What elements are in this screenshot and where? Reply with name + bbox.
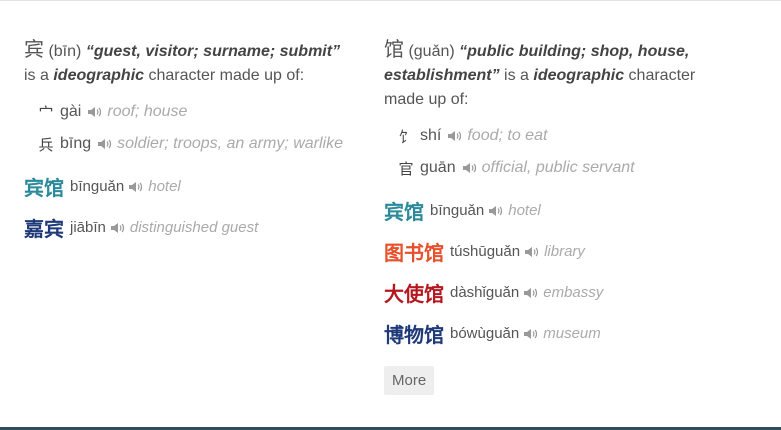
component-definition: official, public servant <box>481 159 635 176</box>
top-divider <box>0 0 781 1</box>
word-row: 嘉宾 jiābīn distinguished guest <box>24 207 364 248</box>
word-pinyin: jiābīn <box>70 219 106 236</box>
entry-character: 宾 <box>24 39 44 61</box>
word-definition: distinguished guest <box>129 219 259 236</box>
more-button[interactable]: More <box>384 366 435 395</box>
word-row: 宾馆 bīnguǎn hotel <box>384 190 724 231</box>
speaker-icon[interactable] <box>462 162 478 174</box>
word-pinyin: bīnguǎn <box>70 178 125 195</box>
speaker-icon[interactable] <box>87 106 103 118</box>
word-characters[interactable]: 嘉宾 <box>24 213 64 242</box>
word-characters[interactable]: 宾馆 <box>384 196 424 225</box>
word-row: 博物馆 bówùguǎn museum <box>384 313 724 354</box>
word-list: 宾馆 bīnguǎn hotel 嘉宾 jiābīn distinguished… <box>24 166 364 248</box>
word-pinyin: bówùguǎn <box>450 325 520 342</box>
word-characters[interactable]: 图书馆 <box>384 237 444 266</box>
word-characters[interactable]: 博物馆 <box>384 319 444 348</box>
word-definition: hotel <box>508 202 541 219</box>
word-row: 宾馆 bīnguǎn hotel <box>24 166 364 207</box>
word-row: 大使馆 dàshǐguǎn embassy <box>384 272 724 313</box>
word-pinyin: túshūguǎn <box>450 243 521 260</box>
component-character[interactable]: 兵 <box>38 134 54 155</box>
component-character[interactable]: 宀 <box>38 102 54 123</box>
component-pinyin: bīng <box>60 135 92 152</box>
word-list: 宾馆 bīnguǎn hotel 图书馆 túshūguǎn library 大… <box>384 190 724 354</box>
entry-pinyin: (bīn) <box>48 43 82 60</box>
component-list: 宀 gài roof; house 兵 bīng soldier; troops… <box>24 96 364 160</box>
speaker-icon[interactable] <box>128 181 144 193</box>
component-character[interactable]: 官 <box>398 158 414 179</box>
speaker-icon[interactable] <box>523 328 539 340</box>
word-pinyin: bīnguǎn <box>430 202 485 219</box>
word-definition: museum <box>543 325 601 342</box>
speaker-icon[interactable] <box>523 287 539 299</box>
entry-pinyin: (guǎn) <box>408 43 455 60</box>
component-pinyin: gài <box>60 103 82 120</box>
entry-header: 馆 (guǎn) “public building; shop, house, … <box>384 38 724 112</box>
entry-character: 馆 <box>384 39 404 61</box>
component-row: 饣 shí food; to eat <box>384 120 724 152</box>
component-row: 兵 bīng soldier; troops, an army; warlike <box>24 128 364 160</box>
component-definition: food; to eat <box>467 127 548 144</box>
component-definition: soldier; troops, an army; warlike <box>117 135 343 152</box>
component-definition: roof; house <box>107 103 188 120</box>
entry-definition: “guest, visitor; surname; submit” <box>85 43 341 60</box>
entry-is-a: is a <box>24 67 49 84</box>
speaker-icon[interactable] <box>110 222 126 234</box>
word-definition: hotel <box>148 178 181 195</box>
word-definition: library <box>544 243 585 260</box>
entry-kind: ideographic <box>53 67 145 84</box>
right-entry: 馆 (guǎn) “public building; shop, house, … <box>384 38 724 395</box>
component-pinyin: shí <box>420 127 442 144</box>
word-row: 图书馆 túshūguǎn library <box>384 231 724 272</box>
component-pinyin: guān <box>420 159 456 176</box>
entry-made-of: character made up of: <box>148 67 305 84</box>
left-entry: 宾 (bīn) “guest, visitor; surname; submit… <box>24 38 364 248</box>
component-list: 饣 shí food; to eat 官 guān official, publ… <box>384 120 724 184</box>
speaker-icon[interactable] <box>97 138 113 150</box>
entry-header: 宾 (bīn) “guest, visitor; surname; submit… <box>24 38 364 88</box>
word-definition: embassy <box>543 284 604 301</box>
entry-kind: ideographic <box>533 67 625 84</box>
component-row: 官 guān official, public servant <box>384 152 724 184</box>
word-characters[interactable]: 大使馆 <box>384 278 444 307</box>
word-characters[interactable]: 宾馆 <box>24 172 64 201</box>
word-pinyin: dàshǐguǎn <box>450 284 520 301</box>
speaker-icon[interactable] <box>488 205 504 217</box>
speaker-icon[interactable] <box>524 246 540 258</box>
speaker-icon[interactable] <box>447 130 463 142</box>
component-character[interactable]: 饣 <box>398 126 414 147</box>
component-row: 宀 gài roof; house <box>24 96 364 128</box>
entry-is-a: is a <box>504 67 529 84</box>
